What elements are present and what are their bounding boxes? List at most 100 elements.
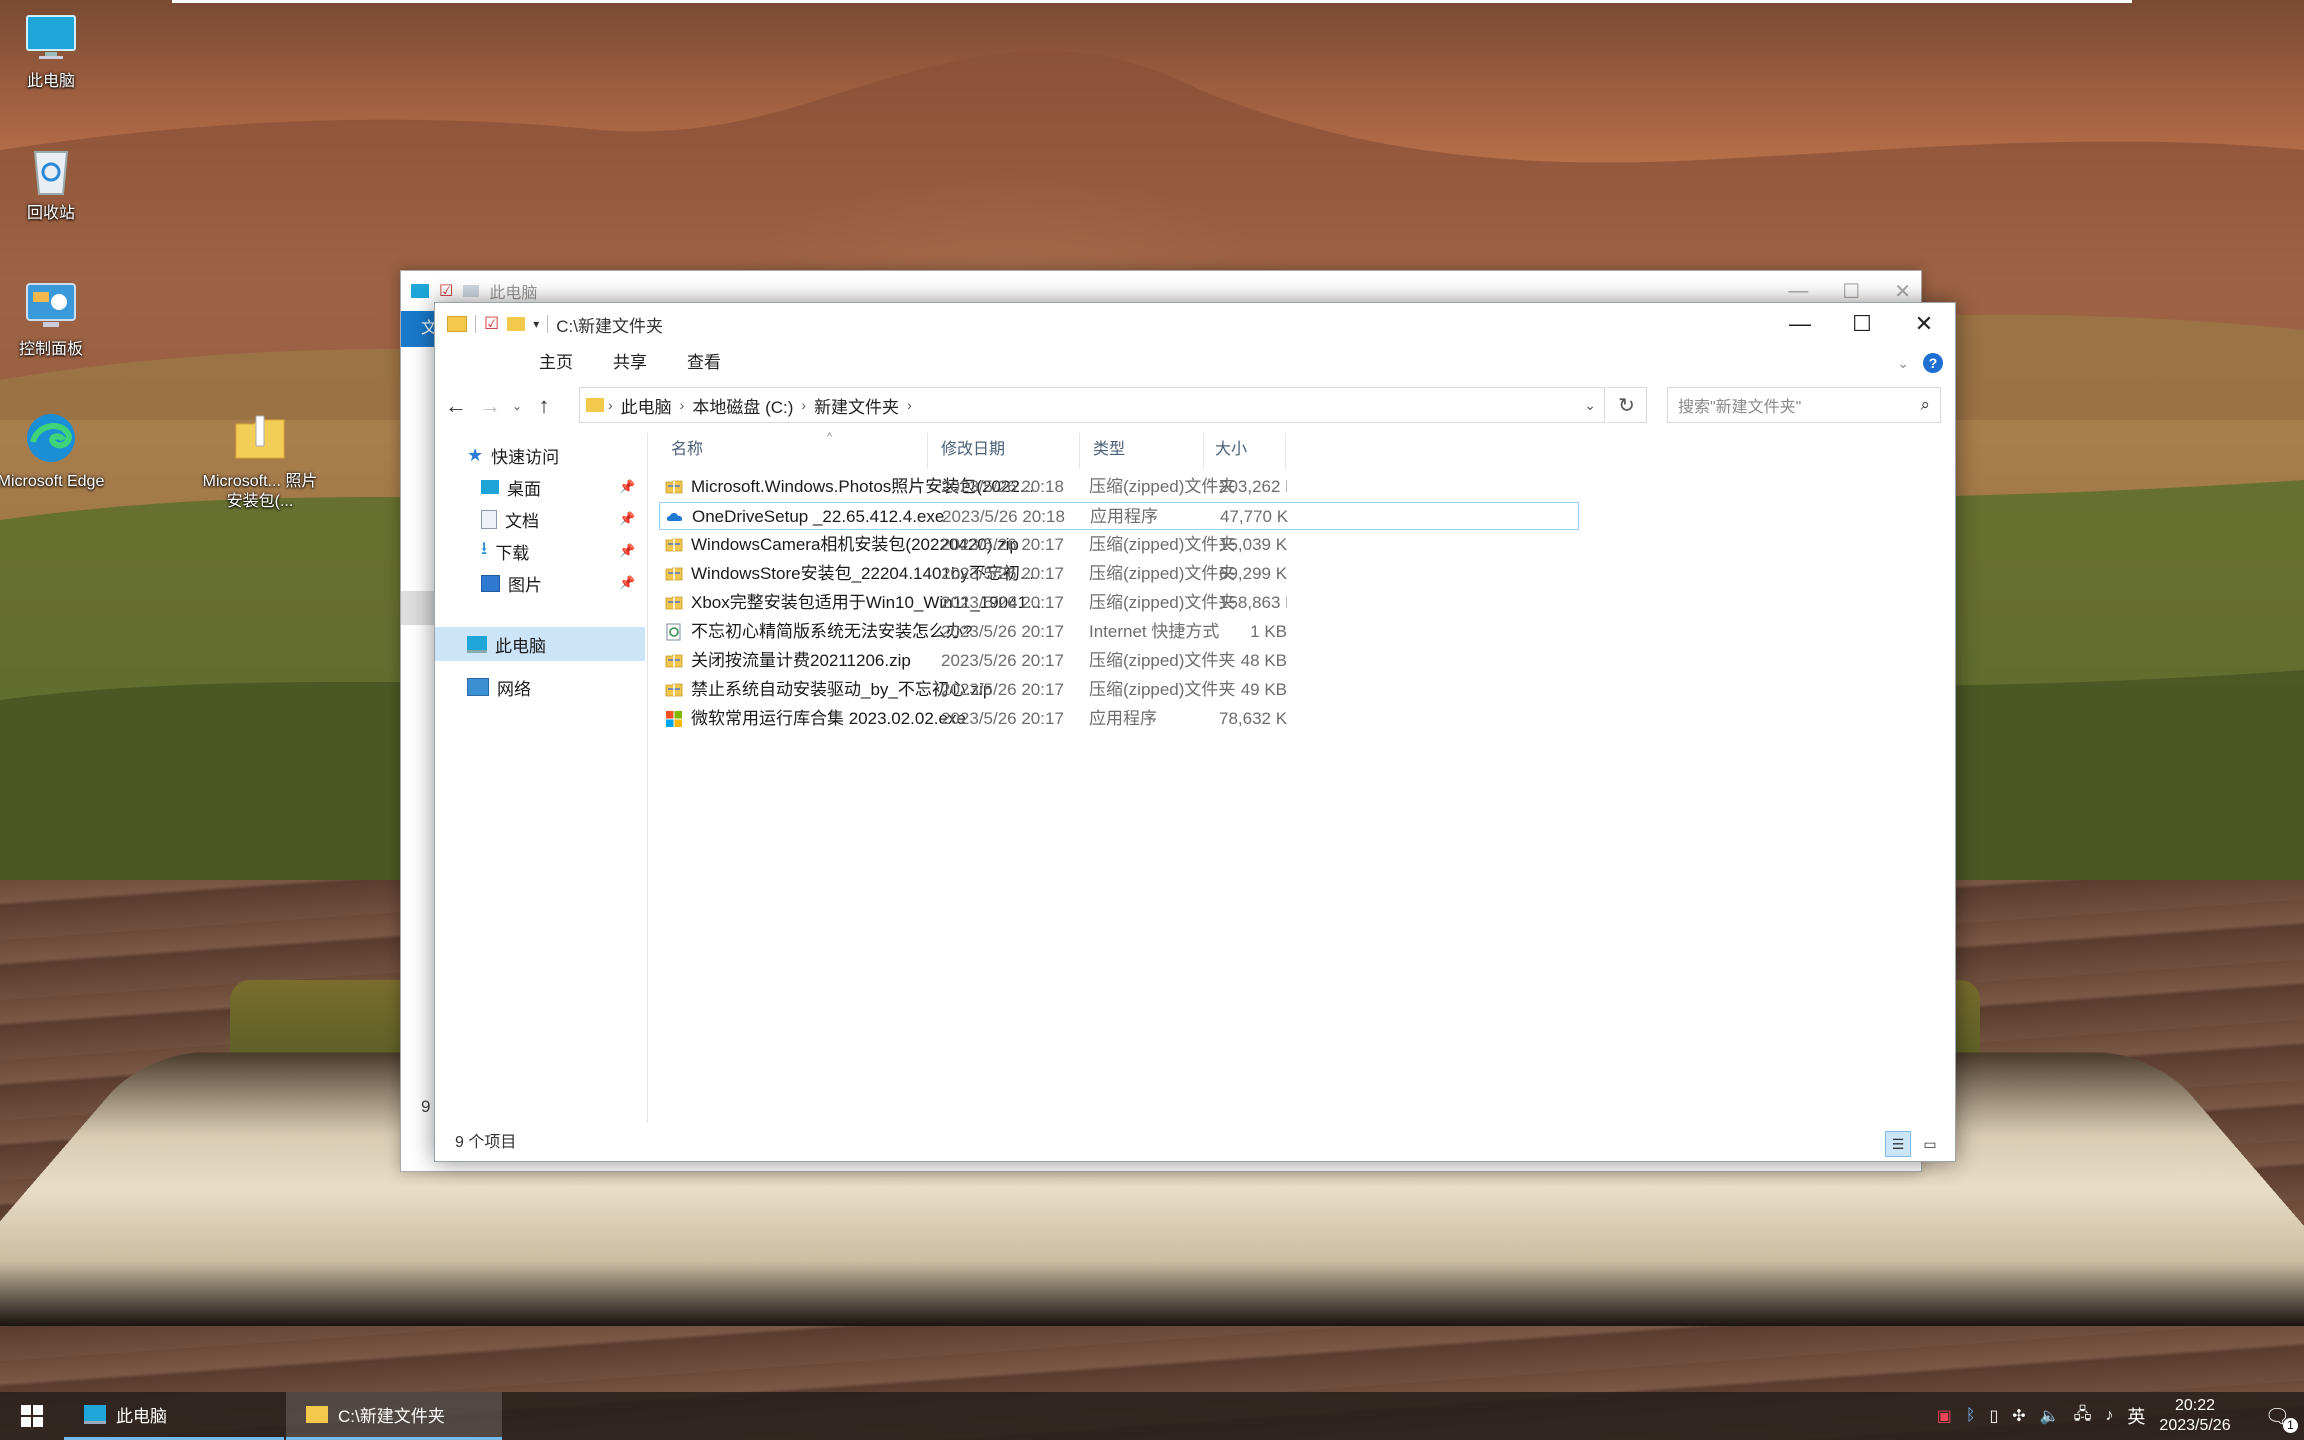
desktop-icon-recycle-bin[interactable]: 回收站	[0, 142, 106, 224]
address-dropdown-icon[interactable]: ⌄	[1584, 388, 1596, 422]
recent-locations-button[interactable]: ⌄	[507, 383, 527, 429]
item-count: 9 个项目	[455, 1134, 517, 1151]
search-input[interactable]: 搜索"新建文件夹" ⌕	[1667, 387, 1941, 423]
properties-icon[interactable]: ☑	[484, 314, 499, 334]
nav-quick-access[interactable]: ★ 快速访问	[467, 439, 559, 471]
nav-label: 文档	[505, 511, 539, 531]
arrow-right-icon: →	[479, 393, 501, 418]
network-icon[interactable]: 🖧	[2074, 1403, 2092, 1430]
refresh-button[interactable]: ↻	[1607, 387, 1647, 423]
file-row[interactable]: Xbox完整安装包适用于Win10_Win11_19041... 2023/5/2…	[659, 589, 1579, 617]
monitor-icon	[411, 284, 429, 298]
zip-folder-icon	[665, 652, 683, 670]
file-row[interactable]: OneDriveSetup _22.65.412.4.exe 2023/5/26 …	[659, 502, 1579, 530]
tab-view[interactable]: 查看	[667, 345, 741, 381]
file-type: 压缩(zipped)文件夹	[1089, 680, 1236, 699]
pin-icon[interactable]: 📌	[619, 575, 635, 591]
nav-this-pc[interactable]: 此电脑	[467, 628, 546, 660]
column-header-size[interactable]: 大小	[1215, 431, 1295, 469]
file-date: 2023/5/26 20:17	[941, 680, 1064, 699]
file-row[interactable]: 不忘初心精简版系统无法安装怎么办? 2023/5/26 20:17 Internet…	[659, 618, 1579, 646]
breadcrumb-this-pc[interactable]: 此电脑	[613, 393, 680, 418]
breadcrumb-local-disk[interactable]: 本地磁盘 (C:)	[684, 393, 801, 418]
pin-icon[interactable]: 📌	[619, 543, 635, 559]
folder-icon	[306, 1406, 328, 1423]
ime-indicator[interactable]: 英	[2127, 1403, 2145, 1429]
nav-network[interactable]: 网络	[467, 671, 531, 703]
search-icon[interactable]: ⌕	[1920, 388, 1930, 422]
desktop-icon-control-panel[interactable]: 控制面板	[0, 278, 106, 360]
file-size: 69,299 KB	[1219, 564, 1287, 583]
new-folder-icon[interactable]	[507, 317, 526, 331]
maximize-button[interactable]: ☐	[1831, 303, 1893, 345]
minimize-button[interactable]: —	[1769, 303, 1831, 345]
large-icons-view-icon: ▭	[1923, 1135, 1937, 1152]
taskbar-item-new-folder[interactable]: C:\新建文件夹	[286, 1392, 502, 1440]
tab-share[interactable]: 共享	[593, 345, 667, 381]
file-row[interactable]: 关闭按流量计费20211206.zip 2023/5/26 20:17 压缩(zip…	[659, 647, 1579, 675]
title-bar[interactable]: ☑ ▾ C:\新建文件夹 — ☐ ✕	[435, 303, 1955, 345]
details-view-button[interactable]: ☰	[1885, 1131, 1911, 1157]
file-type: 压缩(zipped)文件夹	[1089, 535, 1236, 554]
zip-folder-icon	[665, 594, 683, 612]
file-list: ^ 名称 修改日期 类型 大小 Microsoft.Windows.Photos…	[649, 431, 1949, 1121]
nav-label: 桌面	[507, 479, 541, 499]
taskbar-item-label: 此电脑	[116, 1407, 167, 1426]
start-button[interactable]	[0, 1392, 64, 1440]
file-row[interactable]: 微软常用运行库合集 2023.02.02.exe 2023/5/26 20:17 应…	[659, 705, 1579, 733]
maximize-icon[interactable]: ☐	[1842, 279, 1860, 304]
large-icons-view-button[interactable]: ▭	[1917, 1131, 1943, 1157]
notification-center-button[interactable]: 🗨 1	[2265, 1404, 2298, 1433]
column-header-date[interactable]: 修改日期	[941, 431, 1081, 469]
usb-icon[interactable]: ▯	[1989, 1406, 1998, 1426]
search-placeholder: 搜索"新建文件夹"	[1678, 399, 1802, 416]
color-icon[interactable]: ✣	[2012, 1406, 2025, 1426]
file-row[interactable]: WindowsCamera相机安装包(20220420).zip 2023/5/2…	[659, 531, 1579, 559]
file-size: 158,863 KB	[1219, 593, 1287, 612]
address-bar[interactable]: › 此电脑 › 本地磁盘 (C:) › 新建文件夹 › ⌄	[579, 387, 1605, 423]
close-button[interactable]: ✕	[1893, 303, 1955, 345]
folder-icon	[586, 398, 604, 412]
speaker-icon[interactable]: ♪	[2105, 1407, 2113, 1425]
notification-badge: 1	[2283, 1417, 2298, 1433]
file-row[interactable]: WindowsStore安装包_22204.1401by不忘初... 2023/5…	[659, 560, 1579, 588]
taskbar: 此电脑 C:\新建文件夹 ▣ ᛒ ▯ ✣ 🔈 🖧 ♪ 英 20:22 2023/…	[0, 1392, 2304, 1440]
ribbon-file-tab[interactable]: 文	[401, 311, 437, 347]
desktop-icon-edge[interactable]: Microsoft Edge	[0, 410, 106, 492]
bluetooth-icon[interactable]: ᛒ	[1966, 1407, 1976, 1425]
volume-icon[interactable]: 🔈	[2040, 1406, 2060, 1426]
tab-home[interactable]: 主页	[519, 345, 593, 381]
file-date: 2023/5/26 20:17	[941, 535, 1064, 554]
pin-icon[interactable]: 📌	[619, 511, 635, 527]
clock[interactable]: 20:22 2023/5/26	[2159, 1396, 2230, 1436]
minimize-icon[interactable]: —	[1788, 280, 1808, 303]
desktop-icon-label: 此电脑	[26, 73, 75, 90]
windows-logo-icon	[21, 1405, 43, 1427]
nav-label: 图片	[508, 575, 542, 595]
background-status-count: 9	[421, 1097, 431, 1116]
breadcrumb-new-folder[interactable]: 新建文件夹	[806, 393, 907, 418]
file-size: 78,632 KB	[1219, 709, 1287, 728]
file-row[interactable]: 禁止系统自动安装驱动_by_不忘初心.zip 2023/5/26 20:17 压缩(…	[659, 676, 1579, 704]
explorer-window[interactable]: ☑ ▾ C:\新建文件夹 — ☐ ✕ 主页 共享 查看 ⌄ ? ← → ⌄ ↑ …	[434, 302, 1956, 1162]
monitor-icon	[84, 1405, 106, 1424]
chevron-down-icon[interactable]: ▾	[533, 317, 539, 331]
pin-icon[interactable]: 📌	[619, 479, 635, 495]
file-type: Internet 快捷方式	[1089, 622, 1220, 641]
chevron-right-icon[interactable]: ›	[907, 397, 912, 413]
taskbar-item-this-pc[interactable]: 此电脑	[64, 1392, 284, 1440]
up-button[interactable]: ↑	[527, 383, 561, 429]
background-nav-selection	[401, 591, 435, 625]
pictures-icon	[481, 574, 500, 592]
zip-folder-icon	[665, 565, 683, 583]
help-button[interactable]: ?	[1923, 353, 1943, 373]
expand-ribbon-icon[interactable]: ⌄	[1897, 355, 1909, 372]
file-row[interactable]: Microsoft.Windows.Photos照片安装包(2022... 202…	[659, 473, 1579, 501]
security-icon[interactable]: ▣	[1937, 1406, 1952, 1426]
column-header-type[interactable]: 类型	[1093, 431, 1213, 469]
forward-button[interactable]: →	[473, 383, 507, 429]
close-icon[interactable]: ✕	[1894, 279, 1911, 304]
desktop-icon-this-pc[interactable]: 此电脑	[0, 10, 106, 92]
desktop-icon-photos-zip[interactable]: Microsoft... 照片安装包(...	[200, 410, 320, 512]
back-button[interactable]: ←	[439, 383, 473, 429]
